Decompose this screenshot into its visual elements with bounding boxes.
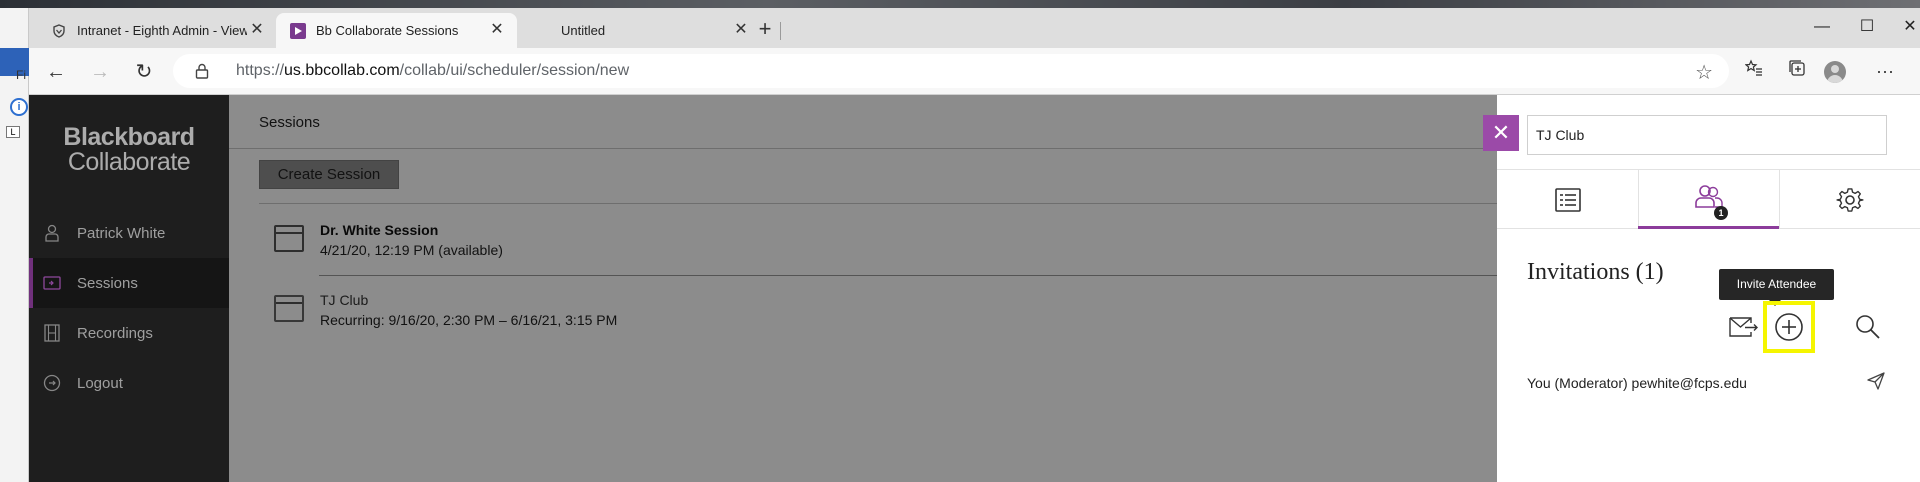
new-tab-button[interactable]: + xyxy=(755,18,775,40)
url-text: https://us.bbcollab.com/collab/ui/schedu… xyxy=(236,62,629,80)
invitations-heading: Invitations (1) xyxy=(1527,259,1664,285)
tab-label: Untitled xyxy=(561,23,606,38)
background-window-edge: Fi i L xyxy=(0,8,29,482)
session-name-input[interactable] xyxy=(1527,115,1887,155)
back-arrow-icon[interactable]: ← xyxy=(41,57,71,87)
add-circle-icon xyxy=(1775,313,1803,341)
tab-settings[interactable] xyxy=(1779,170,1920,229)
modal-overlay-nav[interactable] xyxy=(29,95,229,482)
tab-strip: Intranet - Eighth Admin - View R ✕ Bb Co… xyxy=(29,8,1920,48)
close-tab-icon[interactable]: ✕ xyxy=(249,22,265,38)
list-icon xyxy=(1554,187,1581,212)
more-menu-icon[interactable]: ··· xyxy=(1871,57,1899,85)
corner-glyph-icon: L xyxy=(6,126,20,138)
collaborate-favicon-icon xyxy=(290,22,306,39)
info-icon[interactable]: i xyxy=(10,98,28,116)
search-icon xyxy=(1856,315,1880,339)
browser-window: Intranet - Eighth Admin - View R ✕ Bb Co… xyxy=(29,8,1920,482)
forward-arrow-icon[interactable]: → xyxy=(85,57,115,87)
minimize-button[interactable]: — xyxy=(1802,14,1842,40)
tab-label: Bb Collaborate Sessions xyxy=(316,23,459,38)
url-scheme: https:// xyxy=(236,62,285,79)
url-path: /collab/ui/scheduler/session/new xyxy=(399,62,630,79)
tab-separator xyxy=(780,22,781,40)
send-invite-icon[interactable] xyxy=(1867,372,1885,390)
tab-untitled[interactable]: Untitled ✕ xyxy=(521,13,761,48)
attendee-count-badge: 1 xyxy=(1714,206,1728,220)
lock-icon[interactable] xyxy=(195,63,209,79)
reload-icon[interactable]: ↻ xyxy=(129,57,159,87)
tab-details[interactable] xyxy=(1497,170,1638,229)
session-panel: ✕ 1 Invitations (1) Invite Attendee xyxy=(1483,95,1920,482)
tab-label: Intranet - Eighth Admin - View R xyxy=(77,23,247,38)
invite-attendee-tooltip: Invite Attendee xyxy=(1719,269,1834,306)
close-tab-icon[interactable]: ✕ xyxy=(733,22,749,38)
close-tab-icon[interactable]: ✕ xyxy=(489,22,505,38)
url-host: us.bbcollab.com xyxy=(284,62,400,79)
gear-icon xyxy=(1835,187,1864,212)
desktop-background xyxy=(0,0,1920,8)
profile-avatar[interactable] xyxy=(1824,61,1846,83)
collaborate-page: Blackboard Collaborate Patrick White Ses… xyxy=(29,95,1920,482)
modal-overlay[interactable] xyxy=(229,95,1530,482)
tab-bb-collaborate[interactable]: Bb Collaborate Sessions ✕ xyxy=(276,13,517,48)
close-panel-button[interactable]: ✕ xyxy=(1483,115,1519,151)
favorites-icon[interactable] xyxy=(1740,57,1768,85)
envelope-icon xyxy=(1729,317,1758,337)
browser-toolbar: ← → ↻ https://us.bbcollab.com/collab/ui/… xyxy=(29,48,1920,95)
favorite-star-icon[interactable]: ☆ xyxy=(1695,60,1713,85)
invitee-entry: You (Moderator) pewhite@fcps.edu xyxy=(1527,375,1747,391)
close-window-button[interactable]: ✕ xyxy=(1890,14,1920,40)
email-invite-button[interactable] xyxy=(1722,305,1766,349)
blank-favicon-icon xyxy=(535,23,551,39)
panel-tabs: 1 xyxy=(1497,169,1920,229)
maximize-button[interactable]: ☐ xyxy=(1847,14,1887,40)
background-window-text: Fi xyxy=(16,68,26,82)
invite-attendee-button[interactable] xyxy=(1763,301,1815,353)
collections-icon[interactable] xyxy=(1783,57,1811,85)
tab-intranet[interactable]: Intranet - Eighth Admin - View R ✕ xyxy=(37,13,277,48)
tab-attendees[interactable]: 1 xyxy=(1638,170,1779,229)
shield-favicon-icon xyxy=(51,23,67,39)
address-bar[interactable]: https://us.bbcollab.com/collab/ui/schedu… xyxy=(173,54,1729,88)
search-attendee-button[interactable] xyxy=(1846,305,1890,349)
